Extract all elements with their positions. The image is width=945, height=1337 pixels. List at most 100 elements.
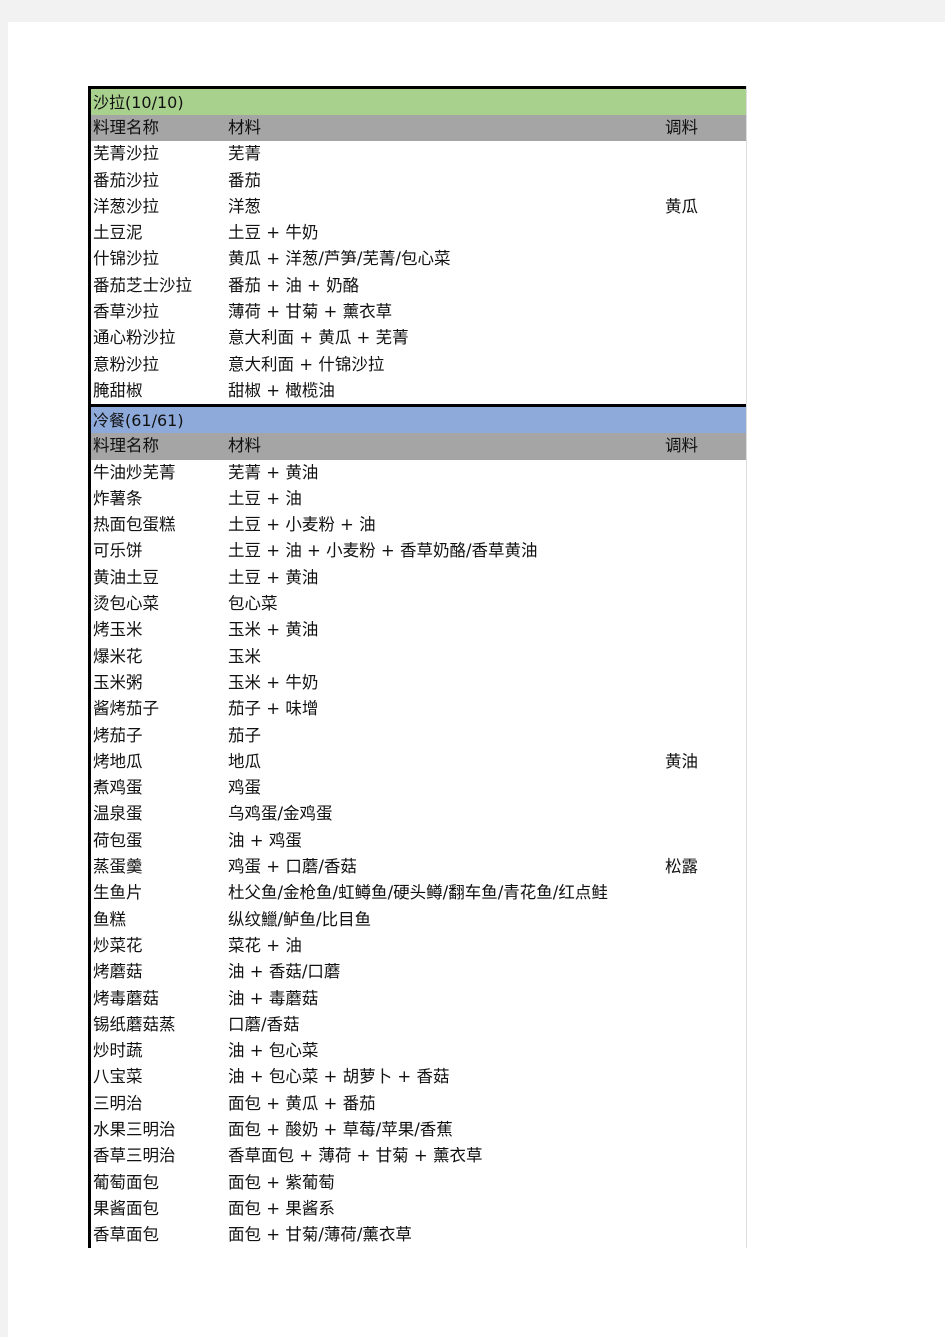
- table-row: 黄油土豆 土豆 + 黄油: [91, 565, 746, 591]
- dish-name: 三明治: [93, 1093, 143, 1113]
- ingredients: 芜菁 + 黄油: [228, 462, 319, 482]
- table-row: 鱼糕 纵纹鱲/鲈鱼/比目鱼: [91, 907, 746, 933]
- dish-name: 玉米粥: [93, 672, 143, 692]
- column-header: 调料: [665, 436, 698, 456]
- dish-name: 生鱼片: [93, 883, 143, 903]
- ingredients: 意大利面 + 什锦沙拉: [228, 354, 385, 374]
- dish-name: 洋葱沙拉: [93, 196, 159, 216]
- section-title: 沙拉(10/10): [91, 86, 746, 115]
- table-row: 烫包心菜 包心菜: [91, 591, 746, 617]
- ingredients: 玉米 + 黄油: [228, 620, 319, 640]
- dish-name: 热面包蛋糕: [93, 515, 176, 535]
- dish-name: 果酱面包: [93, 1198, 159, 1218]
- ingredients: 土豆 + 黄油: [228, 567, 319, 587]
- ingredients: 鸡蛋 + 口蘑/香菇: [228, 857, 357, 877]
- dish-name: 炒时蔬: [93, 1041, 143, 1061]
- ingredients: 面包 + 果酱系: [228, 1198, 335, 1218]
- ingredients: 面包 + 紫葡萄: [228, 1172, 335, 1192]
- dish-name: 八宝菜: [93, 1067, 143, 1087]
- ingredients: 面包 + 甘菊/薄荷/薰衣草: [228, 1225, 412, 1245]
- table-row: 果酱面包 面包 + 果酱系: [91, 1196, 746, 1222]
- ingredients: 薄荷 + 甘菊 + 薰衣草: [228, 302, 393, 322]
- dish-name: 鱼糕: [93, 909, 126, 929]
- table-row: 炸薯条 土豆 + 油: [91, 486, 746, 512]
- dish-name: 荷包蛋: [93, 830, 143, 850]
- ingredients: 茄子 + 味增: [228, 699, 319, 719]
- ingredients: 甜椒 + 橄榄油: [228, 380, 335, 400]
- ingredients: 杜父鱼/金枪鱼/虹鳟鱼/硬头鳟/翻车鱼/青花鱼/红点鲑: [228, 883, 608, 903]
- dish-name: 香草面包: [93, 1225, 159, 1245]
- table-row: 炒时蔬 油 + 包心菜: [91, 1038, 746, 1064]
- dish-name: 番茄沙拉: [93, 170, 159, 190]
- ingredients: 洋葱: [228, 196, 261, 216]
- dish-name: 黄油土豆: [93, 567, 159, 587]
- column-header: 调料: [665, 118, 698, 137]
- ingredients: 面包 + 黄瓜 + 番茄: [228, 1093, 376, 1113]
- dish-name: 土豆泥: [93, 223, 143, 243]
- dish-name: 炸薯条: [93, 488, 143, 508]
- ingredients: 番茄: [228, 170, 261, 190]
- ingredients: 茄子: [228, 725, 261, 745]
- table-row: 烤玉米 玉米 + 黄油: [91, 617, 746, 643]
- ingredients: 黄瓜 + 洋葱/芦笋/芜菁/包心菜: [228, 249, 451, 269]
- table-row: 通心粉沙拉 意大利面 + 黄瓜 + 芜菁: [91, 325, 746, 351]
- dish-name: 烤蘑菇: [93, 962, 143, 982]
- column-header: 材料: [228, 118, 261, 137]
- ingredients: 面包 + 酸奶 + 草莓/苹果/香蕉: [228, 1119, 453, 1139]
- recipe-table: 沙拉(10/10) 料理名称 材料 调料 芜菁沙拉 芜菁 番茄沙拉 番茄 洋葱沙拉 洋葱 黄瓜 土豆泥…: [88, 86, 747, 1249]
- column-header: 料理名称: [93, 118, 159, 137]
- table-row: 煮鸡蛋 鸡蛋: [91, 775, 746, 801]
- ingredients: 土豆 + 油: [228, 488, 302, 508]
- table-row: 热面包蛋糕 土豆 + 小麦粉 + 油: [91, 512, 746, 538]
- dish-name: 温泉蛋: [93, 804, 143, 824]
- dish-name: 烤玉米: [93, 620, 143, 640]
- dish-name: 香草三明治: [93, 1146, 176, 1166]
- ingredients: 油 + 毒蘑菇: [228, 988, 319, 1008]
- dish-name: 什锦沙拉: [93, 249, 159, 269]
- dish-name: 烤地瓜: [93, 751, 143, 771]
- ingredients: 乌鸡蛋/金鸡蛋: [228, 804, 333, 824]
- header-row: 料理名称 材料 调料: [91, 115, 746, 142]
- dish-name: 爆米花: [93, 646, 143, 666]
- table-row: 番茄芝士沙拉 番茄 + 油 + 奶酪: [91, 273, 746, 299]
- table-row: 香草面包 面包 + 甘菊/薄荷/薰衣草: [91, 1222, 746, 1248]
- ingredients: 鸡蛋: [228, 778, 261, 798]
- dish-name: 炒菜花: [93, 935, 143, 955]
- dish-name: 香草沙拉: [93, 302, 159, 322]
- table-row: 爆米花 玉米: [91, 644, 746, 670]
- ingredients: 玉米: [228, 646, 261, 666]
- table-row: 烤地瓜 地瓜 黄油: [91, 749, 746, 775]
- header-row: 料理名称 材料 调料: [91, 433, 746, 460]
- ingredients: 土豆 + 油 + 小麦粉 + 香草奶酪/香草黄油: [228, 541, 538, 561]
- ingredients: 番茄 + 油 + 奶酪: [228, 275, 360, 295]
- seasoning: 黄瓜: [665, 196, 698, 216]
- dish-name: 葡萄面包: [93, 1172, 159, 1192]
- table-row: 意粉沙拉 意大利面 + 什锦沙拉: [91, 352, 746, 378]
- table-row: 烤茄子 茄子: [91, 723, 746, 749]
- column-header: 料理名称: [93, 436, 159, 456]
- dish-name: 腌甜椒: [93, 380, 143, 400]
- dish-name: 牛油炒芜菁: [93, 462, 176, 482]
- column-header: 材料: [228, 436, 261, 456]
- table-row: 酱烤茄子 茄子 + 味增: [91, 696, 746, 722]
- ingredients: 芜菁: [228, 144, 261, 164]
- ingredients: 包心菜: [228, 594, 278, 614]
- table-row: 牛油炒芜菁 芜菁 + 黄油: [91, 460, 746, 486]
- table-row: 烤蘑菇 油 + 香菇/口蘑: [91, 959, 746, 985]
- table-row: 腌甜椒 甜椒 + 橄榄油: [91, 378, 746, 404]
- ingredients: 油 + 包心菜: [228, 1041, 319, 1061]
- dish-name: 水果三明治: [93, 1119, 176, 1139]
- table-row: 炒菜花 菜花 + 油: [91, 933, 746, 959]
- table-row: 荷包蛋 油 + 鸡蛋: [91, 828, 746, 854]
- ingredients: 土豆 + 小麦粉 + 油: [228, 515, 376, 535]
- section-title: 冷餐(61/61): [91, 404, 746, 434]
- dish-name: 烤茄子: [93, 725, 143, 745]
- table-row: 葡萄面包 面包 + 紫葡萄: [91, 1170, 746, 1196]
- ingredients: 香草面包 + 薄荷 + 甘菊 + 薰衣草: [228, 1146, 483, 1166]
- ingredients: 口蘑/香菇: [228, 1014, 300, 1034]
- dish-name: 煮鸡蛋: [93, 778, 143, 798]
- ingredients: 地瓜: [228, 751, 261, 771]
- table-row: 蒸蛋羹 鸡蛋 + 口蘑/香菇 松露: [91, 854, 746, 880]
- table-row: 洋葱沙拉 洋葱 黄瓜: [91, 194, 746, 220]
- ingredients: 油 + 包心菜 + 胡萝卜 + 香菇: [228, 1067, 450, 1087]
